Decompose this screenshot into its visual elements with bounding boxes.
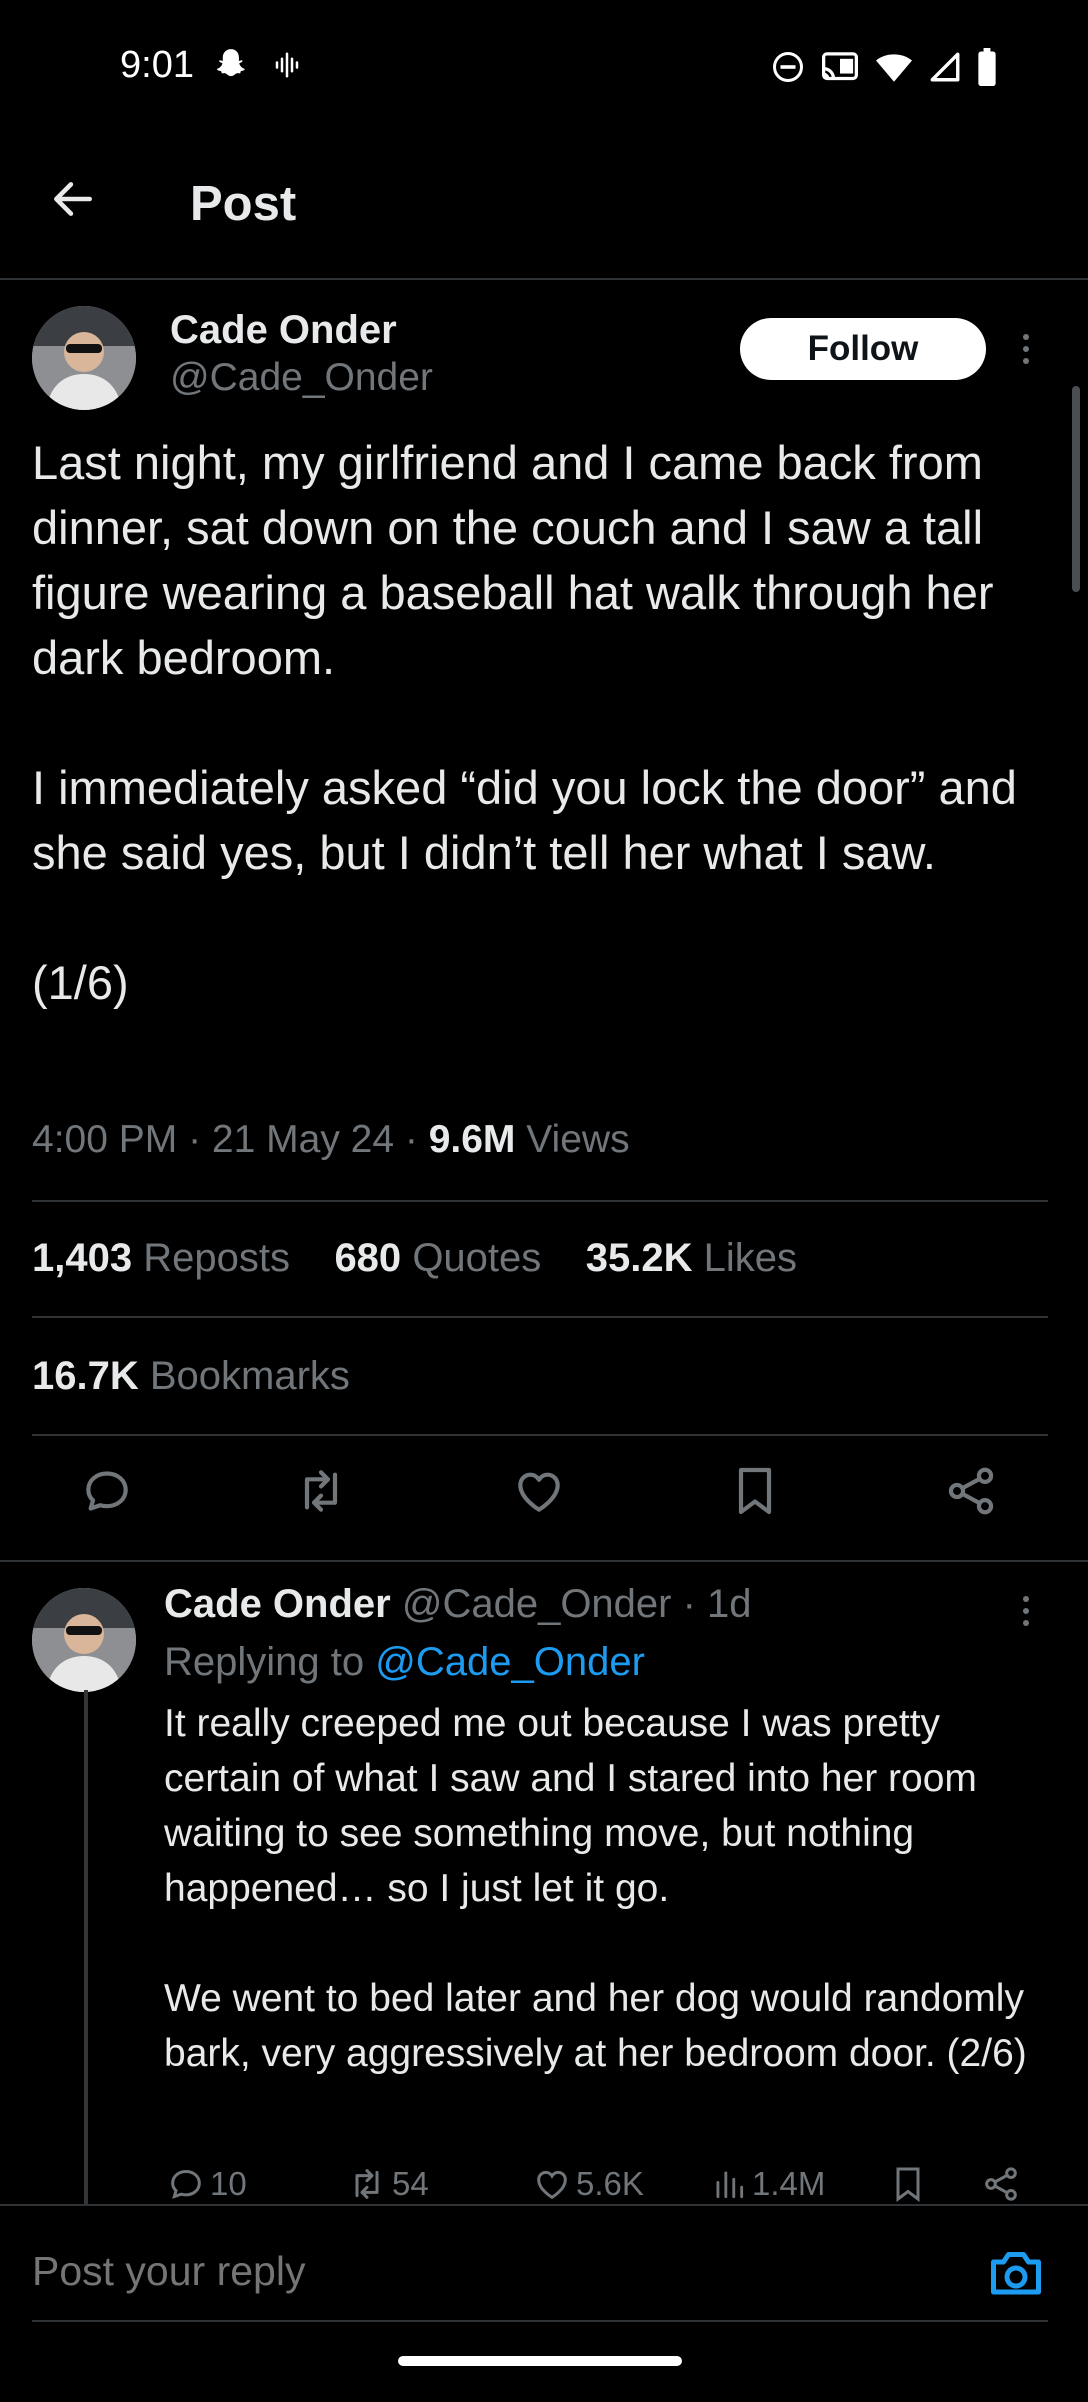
author-handle[interactable]: @Cade_Onder [170,356,433,400]
like-icon[interactable] [508,1460,570,1522]
cast-icon [822,52,858,81]
reply-replies-button[interactable]: 10 [166,2164,247,2204]
post-actions [0,1460,1088,1540]
repost-icon [355,2169,379,2199]
scrollbar[interactable] [1072,386,1080,592]
battery-icon [978,48,996,86]
post-date: 21 May 24 [211,1118,395,1161]
reposts-stat[interactable]: 1,403 Reposts [32,1236,290,1280]
status-left-icons [212,46,302,84]
post-text: Last night, my girlfriend and I came bac… [32,436,1017,1009]
replying-to: Replying to @Cade_Onder [164,1640,645,1685]
reposts-count: 1,403 [32,1236,133,1280]
replying-prefix: Replying to [164,1640,365,1684]
signal-icon [930,52,960,82]
quotes-count: 680 [334,1236,402,1280]
like-icon [537,2170,567,2200]
reply-more-icon[interactable] [1020,1596,1032,1626]
bookmarks-stat[interactable]: 16.7K Bookmarks [32,1354,350,1399]
quotes-stat[interactable]: 680 Quotes [334,1236,541,1280]
views-count: 9.6M [428,1118,516,1161]
top-app-bar [0,130,1088,280]
camera-icon[interactable] [986,2244,1046,2300]
reply-avatar[interactable] [32,1588,136,1692]
views-icon [716,2171,744,2199]
divider [0,1560,1088,1562]
reply-views-button[interactable]: 1.4M [710,2164,825,2204]
reply-likes-button[interactable]: 5.6K [532,2164,644,2204]
post-meta: 4:00 PM · 21 May 24 · 9.6M Views [32,1118,630,1162]
reply-bookmark-icon[interactable] [888,2164,928,2204]
reply-input[interactable] [32,2248,932,2295]
reply-views-count: 1.4M [752,2165,826,2202]
bookmarks-count: 16.7K [32,1354,139,1398]
reply-underline [32,2320,1048,2322]
reply-icon[interactable] [76,1460,138,1522]
thread-line [84,1690,88,2210]
post-time: 4:00 PM [32,1118,178,1161]
reposts-label: Reposts [143,1236,290,1280]
likes-stat[interactable]: 35.2K Likes [586,1236,797,1280]
snapchat-icon [216,49,245,77]
separator: · [404,1118,429,1161]
likes-label: Likes [703,1236,797,1280]
follow-button[interactable]: Follow [740,318,986,380]
bookmark-icon[interactable] [724,1460,786,1522]
reply-composer [0,2204,1088,2402]
reply-author-name[interactable]: Cade Onder [164,1582,391,1626]
reply-share-icon[interactable] [980,2164,1022,2204]
reply-author-handle[interactable]: @Cade_Onder [402,1582,672,1626]
home-indicator[interactable] [398,2356,682,2366]
reply-text: It really creeped me out because I was p… [164,1702,1027,2075]
status-right-icons [770,48,998,86]
reply-age: · 1d [682,1582,752,1626]
reply-reposts-count: 54 [392,2165,429,2202]
page-title: Post [190,177,297,231]
back-arrow-icon[interactable] [48,174,98,224]
voice-icon [275,52,299,78]
replying-handle-link[interactable]: @Cade_Onder [375,1640,645,1684]
engagement-stats: 1,403 Reposts 680 Quotes 35.2K Likes [32,1236,797,1281]
separator: · [188,1118,212,1161]
reply-header: Cade Onder @Cade_Onder · 1d [164,1582,752,1627]
views-label: Views [526,1118,630,1161]
likes-count: 35.2K [585,1236,693,1280]
status-bar: 9:01 [0,0,1088,130]
reply-icon [171,2169,201,2199]
bookmarks-label: Bookmarks [149,1354,350,1398]
share-icon[interactable] [940,1460,1002,1522]
reply-replies-count: 10 [210,2165,247,2202]
divider [32,1200,1048,1202]
reply-likes-count: 5.6K [576,2165,644,2202]
quotes-label: Quotes [412,1236,542,1280]
wifi-icon [876,54,912,82]
more-icon[interactable] [1020,334,1032,364]
repost-icon[interactable] [290,1460,352,1522]
avatar[interactable] [32,306,136,410]
status-time: 9:01 [120,44,194,86]
divider [32,1316,1048,1318]
reply-reposts-button[interactable]: 54 [346,2164,429,2204]
divider [32,1434,1048,1436]
author-name[interactable]: Cade Onder [170,308,397,353]
dnd-icon [773,52,803,82]
